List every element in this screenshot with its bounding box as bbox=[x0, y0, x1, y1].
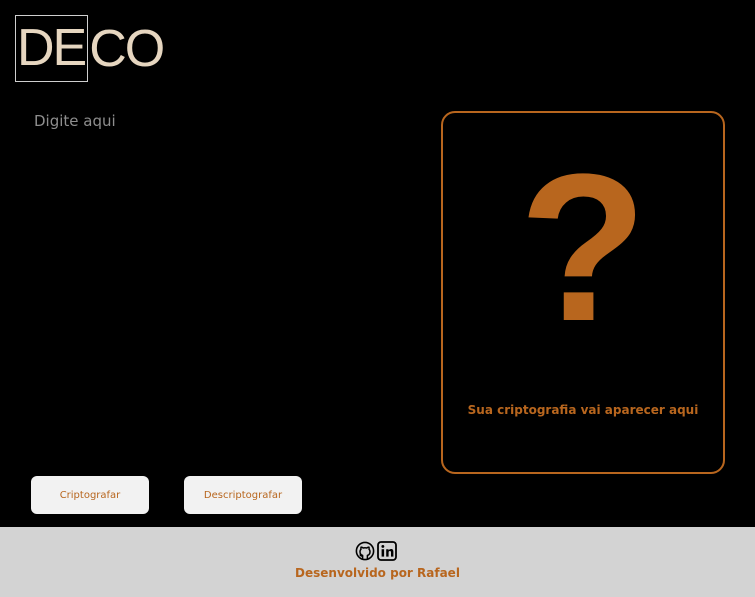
logo: DE CO bbox=[15, 15, 165, 82]
logo-rest-text: CO bbox=[89, 19, 165, 78]
footer: Desenvolvido por Rafael bbox=[0, 527, 755, 597]
footer-icons bbox=[355, 541, 397, 561]
logo-boxed-text: DE bbox=[15, 15, 89, 82]
output-panel: ? Sua criptografia vai aparecer aqui bbox=[441, 111, 725, 474]
output-message: Sua criptografia vai aparecer aqui bbox=[467, 403, 699, 417]
footer-credit: Desenvolvido por Rafael bbox=[295, 566, 460, 580]
github-icon[interactable] bbox=[355, 541, 375, 561]
decrypt-button[interactable]: Descriptografar bbox=[184, 476, 302, 514]
linkedin-icon[interactable] bbox=[377, 541, 397, 561]
text-input[interactable] bbox=[34, 112, 414, 452]
encrypt-button[interactable]: Criptografar bbox=[31, 476, 149, 514]
question-mark-icon: ? bbox=[518, 130, 648, 365]
